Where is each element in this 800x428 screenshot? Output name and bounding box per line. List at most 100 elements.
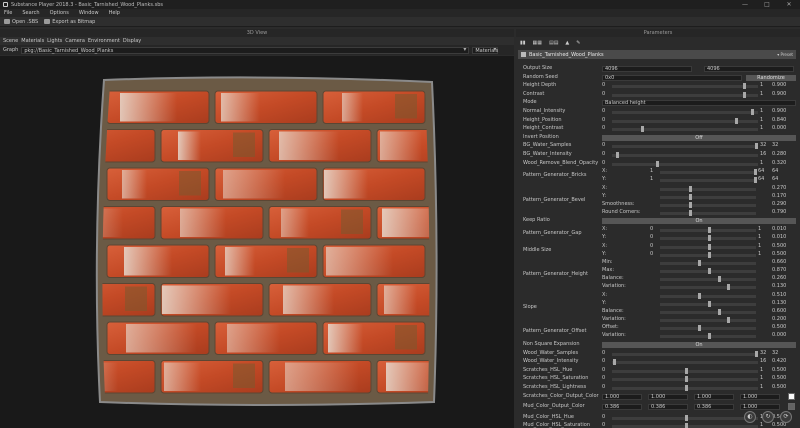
graph-title-bar[interactable]: Basic_Tarnished_Wood_Planks ▾ Preset [518,50,796,59]
preset-button[interactable]: ▾ Preset [777,52,796,57]
middle-size-y-thumb[interactable] [708,251,711,258]
slope-2-slider[interactable] [660,310,756,314]
menu-window[interactable]: Window [79,10,99,16]
color-channel-0[interactable]: 0.386 [602,404,642,411]
middle-size-x-thumb[interactable] [708,243,711,250]
contrast-thumb[interactable] [743,91,747,98]
slider-value[interactable]: 0.200 [772,316,786,322]
menu-help[interactable]: Help [109,10,120,16]
keep-ratio-toggle[interactable]: On [602,218,796,225]
wood-remove-blend-opacity-thumb[interactable] [655,160,659,167]
view-menu-scene[interactable]: Scene [3,38,18,44]
slider-value[interactable]: 0.130 [772,283,786,289]
pattern-generator-bevel-1-thumb[interactable] [688,193,692,200]
pattern-generator-height-0-thumb[interactable] [698,260,702,267]
view-menu-environment[interactable]: Environment [88,38,120,44]
view-menu-lights[interactable]: Lights [47,38,62,44]
slider-value[interactable]: 0.000 [772,125,786,131]
slider-value[interactable]: 0.010 [772,226,786,232]
pattern-generator-bevel-3-thumb[interactable] [688,209,692,216]
slider-value[interactable]: 0.130 [772,300,786,306]
slider-value[interactable]: 0.290 [772,201,786,207]
slope-3-thumb[interactable] [727,316,731,323]
slider-value[interactable]: 0.840 [772,117,786,123]
menu-file[interactable]: File [4,10,12,16]
slider-value[interactable]: 32 [772,142,778,148]
pattern-generator-gap-x-thumb[interactable] [708,227,711,233]
mode-select[interactable]: Balanced height [602,100,796,107]
mud-color-hsl-hue-thumb[interactable] [685,414,688,421]
slider-value[interactable]: 0.900 [772,82,786,88]
slope-0-thumb[interactable] [698,292,702,299]
color-channel-1[interactable]: 0.386 [648,404,688,411]
pattern-generator-bricks-x-thumb[interactable] [754,169,758,176]
wood-water-samples-thumb[interactable] [755,350,759,357]
slider-value[interactable]: 0.500 [772,251,786,257]
height-depth-thumb[interactable] [743,83,747,90]
panel-icon-1[interactable]: ▮▮ [520,40,526,46]
pattern-generator-bevel-0-thumb[interactable] [688,185,692,192]
wood-remove-blend-opacity-slider[interactable] [612,162,758,166]
output-size-width[interactable]: 4096 [602,66,692,72]
pattern-generator-height-3-thumb[interactable] [727,284,731,291]
non-square-expansion-toggle[interactable]: On [602,342,796,348]
slider-value[interactable]: 0.500 [772,324,786,330]
pattern-generator-offset-1-thumb[interactable] [708,333,711,340]
color-channel-3[interactable]: 1.000 [740,393,780,400]
pattern-generator-bevel-2-thumb[interactable] [688,201,692,208]
pattern-generator-bricks-y-slider[interactable] [660,179,756,183]
slider-value[interactable]: 0.170 [772,193,786,199]
slider-value[interactable]: 64 [772,168,778,174]
slider-value[interactable]: 0.900 [772,108,786,114]
wood-water-intensity-slider[interactable] [612,361,758,365]
panel-icon-2[interactable]: ▦▦ [533,40,542,46]
slope-2-thumb[interactable] [717,308,721,315]
slider-value[interactable]: 0.320 [772,160,786,166]
slider-value[interactable]: 0.870 [772,267,786,273]
pattern-generator-gap-y-thumb[interactable] [708,235,711,241]
view-menu-materials[interactable]: Materials [21,38,44,44]
slider-value[interactable]: 0.600 [772,308,786,314]
slider-value[interactable]: 0.790 [772,209,786,215]
maximize-button[interactable]: □ [756,1,778,8]
rotate-icon[interactable]: ⟳ [780,411,792,423]
slider-value[interactable]: 0.260 [772,275,786,281]
pattern-generator-height-3-slider[interactable] [660,286,756,290]
export-bitmap-button[interactable]: Export as Bitmap [44,19,95,25]
view-menu-display[interactable]: Display [123,38,141,44]
slider-value[interactable]: 0.500 [772,375,786,381]
minimize-button[interactable]: — [734,1,756,8]
color-channel-3[interactable]: 1.000 [740,404,780,411]
output-size-height[interactable]: 4096 [704,66,794,72]
close-button[interactable]: ✕ [778,1,800,8]
view-menu-camera[interactable]: Camera [65,38,85,44]
open-sbs-button[interactable]: Open .SBS [4,19,38,25]
pattern-generator-bevel-0-slider[interactable] [660,187,756,191]
color-swatch[interactable] [788,392,795,400]
refresh-icon[interactable]: ↻ [762,411,774,423]
contrast-slider[interactable] [612,93,758,97]
invert-position-toggle[interactable]: Off [602,134,796,141]
normal-intensity-thumb[interactable] [750,109,754,115]
color-channel-2[interactable]: 0.386 [694,404,734,411]
height-depth-slider[interactable] [612,85,758,89]
scratches-hsl-saturation-thumb[interactable] [685,376,688,383]
slope-1-thumb[interactable] [708,300,711,307]
pattern-generator-bevel-1-slider[interactable] [660,195,756,199]
slider-value[interactable]: 32 [772,350,778,356]
wood-water-samples-slider[interactable] [612,352,758,356]
slider-value[interactable]: 0.500 [772,384,786,390]
scratches-hsl-hue-thumb[interactable] [685,367,688,374]
bg-water-samples-thumb[interactable] [755,143,759,150]
slider-value[interactable]: 0.900 [772,91,786,97]
menu-options[interactable]: Options [50,10,69,16]
pattern-generator-offset-0-thumb[interactable] [698,325,702,332]
slider-value[interactable]: 0.420 [772,358,786,364]
height-position-thumb[interactable] [734,117,738,124]
color-channel-2[interactable]: 1.000 [694,393,734,400]
slider-value[interactable]: 0.500 [772,367,786,373]
pattern-generator-bricks-x-slider[interactable] [660,171,756,175]
slope-3-slider[interactable] [660,318,756,322]
pattern-generator-bevel-2-slider[interactable] [660,203,756,207]
slope-0-slider[interactable] [660,294,756,298]
